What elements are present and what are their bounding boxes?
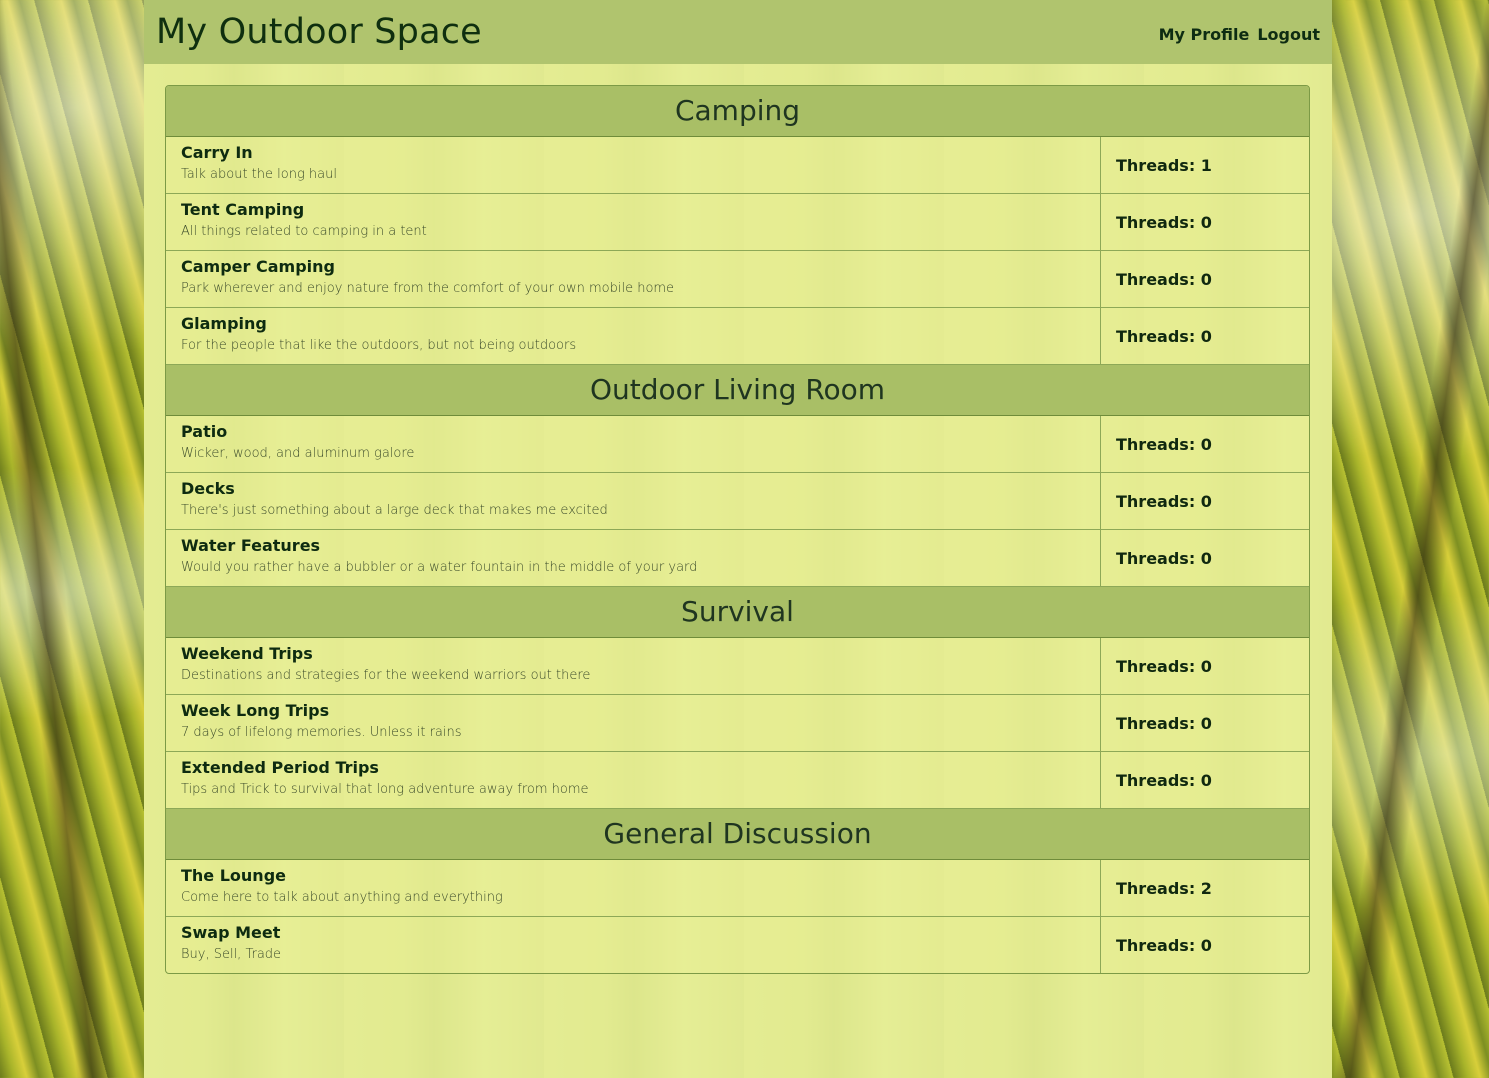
thread-count: Threads: 0 [1116, 713, 1212, 733]
top-nav: My Profile Logout [1159, 25, 1320, 44]
forum-description: Would you rather have a bubbler or a wat… [181, 560, 698, 575]
thread-count: Threads: 0 [1116, 326, 1212, 346]
forum-row: Swap Meet Buy, Sell, Trade Threads: 0 [166, 917, 1309, 973]
section-header-general-discussion: General Discussion [166, 809, 1309, 860]
thread-count: Threads: 2 [1116, 878, 1212, 898]
forum-link[interactable]: Swap Meet [181, 923, 1085, 943]
section-header-camping: Camping [166, 86, 1309, 137]
forum-description: Buy, Sell, Trade [181, 947, 282, 962]
thread-count: Threads: 0 [1116, 269, 1212, 289]
forum-link[interactable]: Camper Camping [181, 257, 1085, 277]
forum-link[interactable]: Glamping [181, 314, 1085, 334]
logout-link[interactable]: Logout [1257, 25, 1320, 44]
forum-link[interactable]: Decks [181, 479, 1085, 499]
background-tree-left [0, 0, 117, 1078]
forum-row: Water Features Would you rather have a bu… [166, 530, 1309, 587]
forum-description: Wicker, wood, and aluminum galore [181, 446, 415, 461]
forum-row: Tent Camping All things related to campin… [166, 194, 1309, 251]
forum-description: For the people that like the outdoors, b… [181, 338, 577, 353]
forum-row: Carry In Talk about the long haul Threads… [166, 137, 1309, 194]
section-header-outdoor-living-room: Outdoor Living Room [166, 365, 1309, 416]
forum-link[interactable]: Extended Period Trips [181, 758, 1085, 778]
forum-row: Weekend Trips Destinations and strategies… [166, 638, 1309, 695]
thread-count: Threads: 0 [1116, 935, 1212, 955]
forum-link[interactable]: Water Features [181, 536, 1085, 556]
thread-count: Threads: 0 [1116, 656, 1212, 676]
forum-link[interactable]: Week Long Trips [181, 701, 1085, 721]
thread-count: Threads: 0 [1116, 491, 1212, 511]
forum-row: Glamping For the people that like the out… [166, 308, 1309, 365]
forum-link[interactable]: Patio [181, 422, 1085, 442]
forum-link[interactable]: Weekend Trips [181, 644, 1085, 664]
thread-count: Threads: 1 [1116, 155, 1212, 175]
forum-list: Camping Carry In Talk about the long haul… [165, 85, 1310, 974]
site-header: My Outdoor Space My Profile Logout [144, 0, 1332, 64]
forum-row: Week Long Trips 7 days of lifelong memori… [166, 695, 1309, 752]
forum-link[interactable]: The Lounge [181, 866, 1085, 886]
my-profile-link[interactable]: My Profile [1159, 25, 1250, 44]
forum-description: There's just something about a large dec… [181, 503, 608, 518]
forum-description: Talk about the long haul [181, 167, 337, 182]
page-container: My Outdoor Space My Profile Logout Campi… [144, 0, 1332, 1078]
thread-count: Threads: 0 [1116, 548, 1212, 568]
forum-link[interactable]: Carry In [181, 143, 1085, 163]
forum-description: 7 days of lifelong memories. Unless it r… [181, 725, 462, 740]
forum-row: Camper Camping Park wherever and enjoy na… [166, 251, 1309, 308]
forum-link[interactable]: Tent Camping [181, 200, 1085, 220]
forum-row: The Lounge Come here to talk about anythi… [166, 860, 1309, 917]
forum-description: Tips and Trick to survival that long adv… [181, 782, 589, 797]
forum-description: Destinations and strategies for the week… [181, 668, 591, 683]
forum-row: Patio Wicker, wood, and aluminum galore T… [166, 416, 1309, 473]
thread-count: Threads: 0 [1116, 434, 1212, 454]
forum-description: Park wherever and enjoy nature from the … [181, 281, 675, 296]
background-tree-right [1334, 0, 1489, 1078]
forum-description: All things related to camping in a tent [181, 224, 427, 239]
forum-description: Come here to talk about anything and eve… [181, 890, 503, 905]
forum-row: Extended Period Trips Tips and Trick to s… [166, 752, 1309, 809]
site-title: My Outdoor Space [156, 12, 482, 52]
thread-count: Threads: 0 [1116, 770, 1212, 790]
section-header-survival: Survival [166, 587, 1309, 638]
forum-row: Decks There's just something about a larg… [166, 473, 1309, 530]
thread-count: Threads: 0 [1116, 212, 1212, 232]
